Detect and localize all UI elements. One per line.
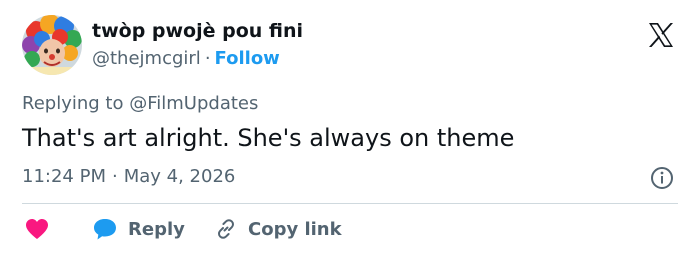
x-logo-icon[interactable] bbox=[646, 20, 676, 50]
copy-link-label: Copy link bbox=[248, 218, 342, 240]
heart-icon bbox=[26, 219, 48, 239]
timestamp-separator: · bbox=[111, 166, 118, 187]
link-icon bbox=[218, 219, 234, 239]
avatar[interactable] bbox=[22, 15, 82, 75]
replying-to-mention[interactable]: @FilmUpdates bbox=[129, 93, 258, 114]
author-handle[interactable]: @thejmcgirl bbox=[92, 48, 201, 69]
copy-link-button[interactable]: Copy link bbox=[214, 216, 342, 242]
reply-label: Reply bbox=[128, 218, 185, 240]
handle-separator: · bbox=[204, 48, 211, 69]
divider bbox=[22, 203, 678, 204]
info-icon[interactable] bbox=[650, 166, 674, 190]
replying-to-prefix: Replying to bbox=[22, 93, 124, 114]
tweet-time: 11:24 PM bbox=[22, 166, 106, 187]
speech-bubble-icon bbox=[94, 219, 116, 240]
follow-button[interactable]: Follow bbox=[215, 48, 280, 69]
author-handle-row: @thejmcgirl · Follow bbox=[92, 48, 280, 69]
author-display-name[interactable]: twòp pwojè pou fini bbox=[92, 20, 303, 42]
like-button[interactable] bbox=[24, 216, 50, 242]
tweet-date: May 4, 2026 bbox=[123, 166, 236, 187]
tweet-text: That's art alright. She's always on them… bbox=[22, 124, 515, 152]
replying-to: Replying to @FilmUpdates bbox=[22, 93, 258, 114]
tweet-timestamp[interactable]: 11:24 PM · May 4, 2026 bbox=[22, 166, 235, 187]
tweet-card: twòp pwojè pou fini @thejmcgirl · Follow R… bbox=[0, 0, 700, 256]
avatar-image bbox=[22, 15, 82, 75]
reply-button[interactable]: Reply bbox=[92, 216, 185, 242]
